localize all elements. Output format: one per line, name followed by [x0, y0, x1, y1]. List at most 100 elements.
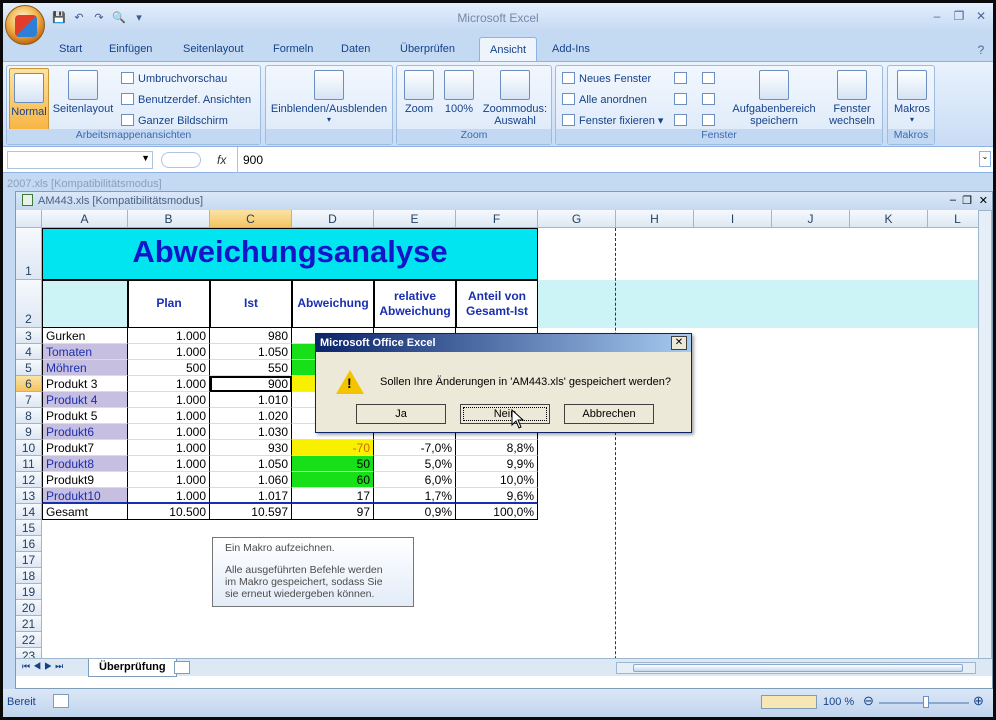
row-header[interactable]: 20: [16, 600, 42, 616]
column-header[interactable]: C: [210, 210, 292, 228]
data-cell[interactable]: 930: [210, 440, 292, 456]
row-header[interactable]: 4: [16, 344, 42, 360]
expand-formula-icon[interactable]: ⌄: [979, 151, 991, 167]
zoom-in-icon[interactable]: ⊕: [973, 693, 984, 709]
row-label[interactable]: Produkt6: [42, 424, 128, 440]
vertical-scrollbar[interactable]: [978, 210, 992, 660]
column-header[interactable]: A: [42, 210, 128, 228]
row-label[interactable]: Produkt8: [42, 456, 128, 472]
redo-icon[interactable]: ↷: [91, 11, 107, 25]
zoom-level[interactable]: 100 %: [823, 696, 854, 708]
insert-sheet-icon[interactable]: [174, 661, 190, 674]
print-preview-icon[interactable]: 🔍: [111, 11, 127, 25]
wb-close-icon[interactable]: ✕: [979, 194, 988, 207]
tab-ansicht[interactable]: Ansicht: [479, 37, 538, 61]
row-label[interactable]: Produkt 4: [42, 392, 128, 408]
select-all-corner[interactable]: [16, 210, 42, 228]
row-header[interactable]: 3: [16, 328, 42, 344]
page-break-preview-button[interactable]: Umbruchvorschau: [121, 72, 227, 85]
row-label[interactable]: Produkt7: [42, 440, 128, 456]
minimize-icon[interactable]: –: [927, 9, 947, 25]
undo-icon[interactable]: ↶: [71, 11, 87, 25]
column-header[interactable]: J: [772, 210, 850, 228]
name-box-dropdown-icon[interactable]: ▼: [141, 153, 150, 163]
formula-input[interactable]: 900: [243, 153, 263, 167]
macro-record-icon[interactable]: [53, 694, 69, 708]
data-cell[interactable]: 9,9%: [456, 456, 538, 472]
data-cell[interactable]: 60: [292, 472, 374, 488]
row-header[interactable]: 6: [16, 376, 42, 392]
cancel-button[interactable]: Abbrechen: [564, 404, 654, 424]
custom-views-button[interactable]: Benutzerdef. Ansichten: [121, 93, 251, 106]
data-cell[interactable]: 980: [210, 328, 292, 344]
column-header[interactable]: K: [850, 210, 928, 228]
data-cell[interactable]: 8,8%: [456, 440, 538, 456]
tab-einfuegen[interactable]: Einfügen: [109, 43, 152, 55]
data-cell[interactable]: 10,0%: [456, 472, 538, 488]
wb-restore-icon[interactable]: ❐: [962, 194, 972, 207]
data-cell[interactable]: 1,7%: [374, 488, 456, 504]
save-icon[interactable]: 💾: [51, 11, 67, 25]
row-label[interactable]: Produkt10: [42, 488, 128, 504]
column-header[interactable]: G: [538, 210, 616, 228]
row-label[interactable]: Produkt9: [42, 472, 128, 488]
show-hide-button[interactable]: Einblenden/Ausblenden ▾: [268, 70, 390, 124]
wb-minimize-icon[interactable]: –: [950, 194, 956, 206]
data-cell[interactable]: 1.017: [210, 488, 292, 504]
data-cell[interactable]: 1.000: [128, 328, 210, 344]
row-header[interactable]: 9: [16, 424, 42, 440]
save-workspace-button[interactable]: Aufgabenbereich speichern: [728, 70, 820, 127]
zoom-selection-button[interactable]: Zoommodus: Auswahl: [479, 70, 551, 127]
data-cell[interactable]: 1.000: [128, 344, 210, 360]
close-icon[interactable]: ✕: [971, 9, 991, 25]
row-header[interactable]: 7: [16, 392, 42, 408]
data-cell[interactable]: 1.020: [210, 408, 292, 424]
row-header[interactable]: 2: [16, 280, 42, 328]
data-cell[interactable]: 1.000: [128, 440, 210, 456]
arrange-all-button[interactable]: Alle anordnen: [562, 93, 647, 106]
tab-seitenlayout[interactable]: Seitenlayout: [183, 43, 244, 55]
fx-icon[interactable]: fx: [217, 153, 226, 167]
worksheet-grid[interactable]: A B C D E F G H I J K L 1 2 3 4 5 6 7 8 9 10 11 12 13 14 15 16 17 18 1…: [16, 210, 992, 660]
data-cell[interactable]: 6,0%: [374, 472, 456, 488]
row-label[interactable]: Produkt 3: [42, 376, 128, 392]
column-header[interactable]: I: [694, 210, 772, 228]
data-cell[interactable]: 10.597: [210, 504, 292, 520]
row-header[interactable]: 8: [16, 408, 42, 424]
data-cell[interactable]: 50: [292, 456, 374, 472]
tab-ueberpruefen[interactable]: Überprüfen: [400, 43, 455, 55]
data-cell[interactable]: 100,0%: [456, 504, 538, 520]
data-cell[interactable]: 500: [128, 360, 210, 376]
switch-windows-button[interactable]: Fenster wechseln: [822, 70, 882, 127]
zoom-100-button[interactable]: 100%: [441, 70, 477, 115]
tab-add-ins[interactable]: Add-Ins: [552, 43, 590, 55]
row-header[interactable]: 21: [16, 616, 42, 632]
data-cell[interactable]: 900: [210, 376, 292, 392]
data-cell[interactable]: 97: [292, 504, 374, 520]
data-cell[interactable]: 17: [292, 488, 374, 504]
data-cell[interactable]: 1.050: [210, 344, 292, 360]
zoom-slider-thumb[interactable]: [923, 696, 929, 708]
yes-button[interactable]: Ja: [356, 404, 446, 424]
unhide-window-icon[interactable]: [674, 114, 691, 127]
tab-formeln[interactable]: Formeln: [273, 43, 313, 55]
column-header[interactable]: B: [128, 210, 210, 228]
split-icon[interactable]: [674, 72, 691, 85]
data-cell[interactable]: 1.000: [128, 424, 210, 440]
freeze-panes-button[interactable]: Fenster fixieren ▾: [562, 114, 663, 127]
name-box[interactable]: ▼: [7, 151, 153, 169]
formula-controls[interactable]: [161, 152, 201, 168]
data-cell[interactable]: 1.000: [128, 456, 210, 472]
sheet-nav-icons[interactable]: ⏮◀▶⏭: [22, 661, 66, 672]
data-cell[interactable]: 5,0%: [374, 456, 456, 472]
row-header[interactable]: 12: [16, 472, 42, 488]
horizontal-scrollbar[interactable]: [616, 662, 976, 674]
data-cell[interactable]: 1.000: [128, 392, 210, 408]
zoom-out-icon[interactable]: ⊖: [863, 693, 874, 709]
row-header[interactable]: 10: [16, 440, 42, 456]
data-cell[interactable]: 10.500: [128, 504, 210, 520]
row-label[interactable]: Tomaten: [42, 344, 128, 360]
dialog-close-icon[interactable]: ✕: [671, 336, 687, 350]
row-header[interactable]: 19: [16, 584, 42, 600]
qat-more-icon[interactable]: ▾: [131, 11, 147, 25]
